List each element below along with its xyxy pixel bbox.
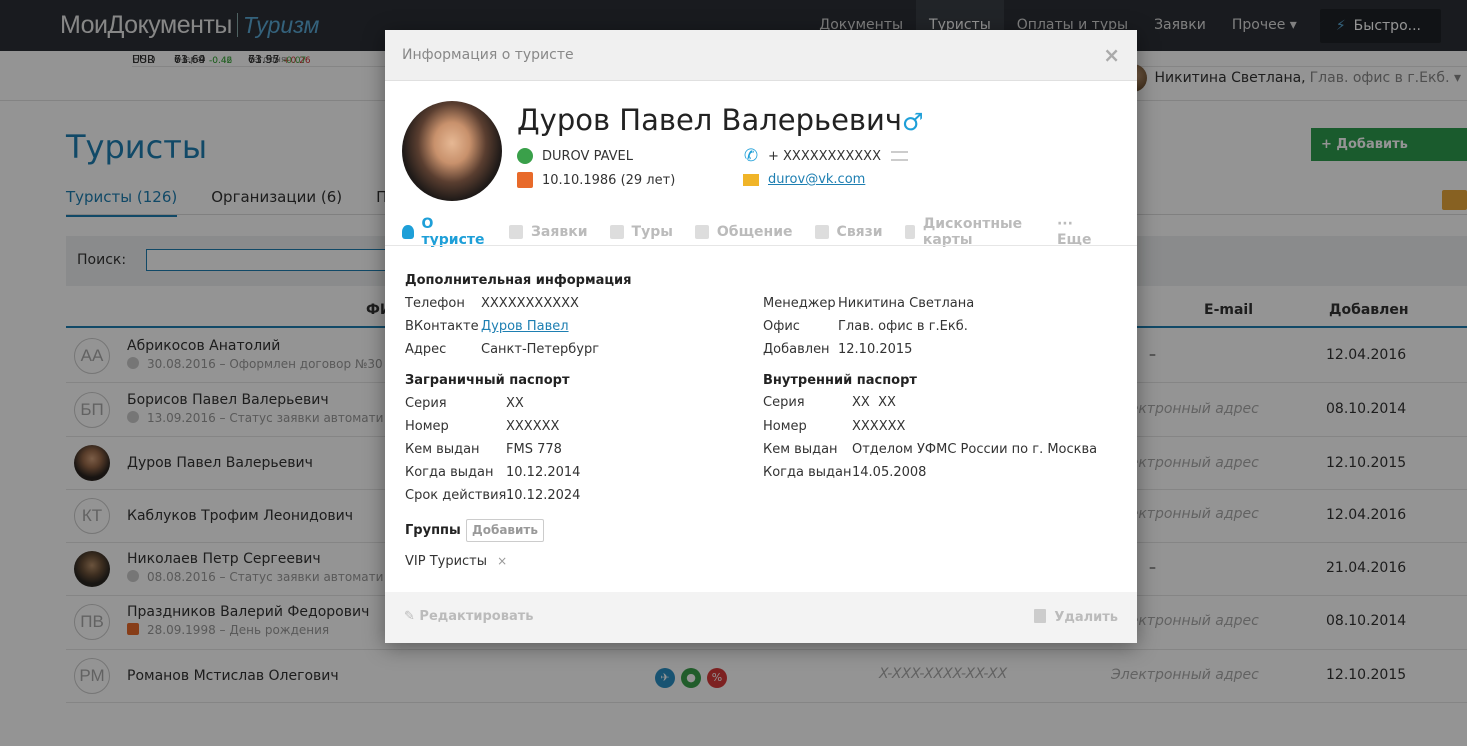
field-internal-issued: Когда выдан14.05.2008	[763, 465, 927, 480]
field-foreign-number: Номер XXXXXX	[405, 419, 560, 434]
tourist-full-name: Дуров Павел Валерьевич♂	[517, 103, 924, 137]
field-foreign-expiry: Срок действия10.12.2024	[405, 488, 581, 503]
close-icon[interactable]: ×	[1103, 43, 1120, 67]
chat-icon	[694, 225, 709, 239]
tab-about[interactable]: О туристе	[402, 216, 487, 248]
cake-icon	[517, 172, 533, 188]
vk-link[interactable]: Дуров Павел	[481, 319, 569, 334]
tag-icon	[904, 225, 915, 239]
field-internal-number: Номер XXXXXX	[763, 419, 906, 434]
tab-more[interactable]: ··· Еще	[1057, 216, 1098, 248]
tab-discount-cards[interactable]: Дисконтные карты	[904, 216, 1035, 248]
section-additional: Дополнительная информация	[405, 273, 632, 288]
remove-tag-icon[interactable]: ×	[497, 554, 507, 568]
field-added: Добавлен 12.10.2015	[763, 342, 913, 357]
tourist-photo	[402, 101, 502, 201]
tab-communication[interactable]: Общение	[694, 219, 793, 245]
plane-icon	[609, 225, 624, 239]
modal-header: Информация о туристе ×	[385, 30, 1137, 81]
tab-links[interactable]: Связи	[814, 219, 883, 245]
section-groups: Группы	[405, 523, 461, 538]
field-internal-series: Серия XX XX	[763, 395, 896, 410]
phone: ✆ + XXXXXXXXXXX	[743, 146, 908, 166]
email: durov@vk.com	[743, 172, 865, 187]
edit-button[interactable]: ✎ Редактировать	[404, 609, 534, 624]
trash-icon	[1034, 609, 1047, 623]
add-group-button[interactable]: Добавить	[466, 519, 544, 542]
birth-date: 10.10.1986 (29 лет)	[517, 172, 675, 188]
field-office: Офис Глав. офис в г.Екб.	[763, 319, 968, 334]
document-icon	[508, 225, 523, 239]
field-phone: Телефон XXXXXXXXXXX	[405, 296, 579, 311]
link-icon	[814, 225, 829, 239]
section-foreign-passport: Заграничный паспорт	[405, 373, 570, 388]
globe-icon	[517, 148, 533, 164]
email-link[interactable]: durov@vk.com	[768, 172, 865, 187]
field-vk: ВКонтакте Дуров Павел	[405, 319, 569, 334]
group-tag: VIP Туристы ×	[405, 554, 508, 569]
field-internal-issuer: Кем выдан Отделом УФМС России по г. Москв…	[763, 442, 1098, 457]
pencil-icon: ✎	[404, 609, 420, 624]
modal-tabs: О туристе Заявки Туры Общение Связи Диск…	[402, 216, 1120, 248]
phone-icon: ✆	[743, 146, 759, 166]
modal-tabs-divider	[385, 245, 1137, 246]
field-foreign-series: Серия XX	[405, 396, 524, 411]
field-address: Адрес Санкт-Петербург	[405, 342, 600, 357]
modal-footer: ✎ Редактировать Удалить	[385, 592, 1137, 643]
field-manager: Менеджер Никитина Светлана	[763, 296, 975, 311]
latin-name: DUROV PAVEL	[517, 148, 633, 164]
mail-icon	[743, 173, 759, 186]
section-internal-passport: Внутренний паспорт	[763, 373, 917, 388]
person-icon	[402, 225, 414, 239]
menu-icon[interactable]	[891, 151, 908, 161]
modal-title: Информация о туристе	[402, 47, 574, 63]
tab-tours[interactable]: Туры	[609, 219, 673, 245]
delete-button[interactable]: Удалить	[1034, 609, 1118, 625]
field-foreign-issuer: Кем выдан FMS 778	[405, 442, 562, 457]
field-foreign-issued: Когда выдан 10.12.2014	[405, 465, 581, 480]
male-icon: ♂	[902, 108, 924, 136]
tourist-info-modal: Информация о туристе × Дуров Павел Валер…	[385, 30, 1137, 643]
tab-requests[interactable]: Заявки	[508, 219, 588, 245]
